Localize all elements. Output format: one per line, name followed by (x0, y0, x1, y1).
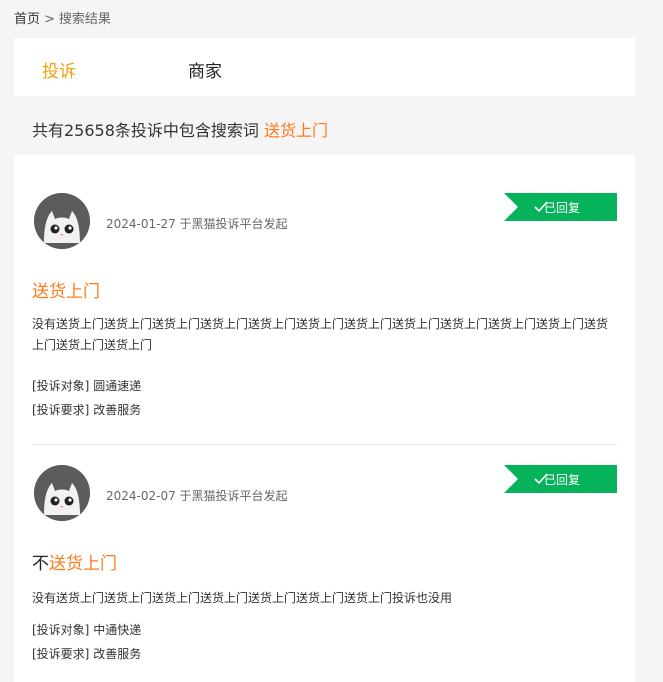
target-value: 圆通速递 (93, 379, 142, 393)
complaint-list: 2024-01-27 于黑猫投诉平台发起 已回复 送货上门 没有送货上门送货上门… (14, 155, 635, 682)
cat-avatar-icon (34, 193, 90, 249)
summary-keyword: 送货上门 (264, 121, 329, 140)
complaint-target: [投诉对象] 圆通速递 (32, 377, 141, 394)
complaint-description: 没有送货上门送货上门送货上门送货上门送货上门送货上门送货上门送货上门送货上门送货… (32, 317, 609, 352)
complaint-request: [投诉要求] 改善服务 (32, 645, 141, 662)
status-label: 已回复 (544, 201, 581, 215)
result-summary: 共有25658条投诉中包含搜索词 送货上门 (32, 117, 328, 141)
request-label: [投诉要求] (32, 647, 90, 661)
title-keyword: 送货上门 (49, 554, 117, 574)
breadcrumb-home-link[interactable]: 首页 (14, 12, 40, 27)
summary-text: 共有25658条投诉中包含搜索词 (32, 121, 264, 140)
title-prefix: 不 (32, 554, 49, 574)
request-value: 改善服务 (93, 403, 142, 417)
avatar (34, 465, 90, 521)
result-tabs: 投诉 商家 (14, 38, 635, 96)
complaint-date: 2024-01-27 于黑猫投诉平台发起 (106, 217, 288, 231)
breadcrumb: 首页 > 搜索结果 (14, 8, 111, 27)
cat-avatar-icon (34, 465, 90, 521)
item-divider (32, 444, 617, 445)
breadcrumb-current: 搜索结果 (58, 12, 111, 27)
tab-merchants[interactable]: 商家 (188, 57, 222, 82)
tab-complaints[interactable]: 投诉 (42, 57, 76, 82)
request-label: [投诉要求] (32, 403, 90, 417)
status-badge: 已回复 (504, 193, 617, 221)
status-label: 已回复 (544, 473, 581, 487)
target-label: [投诉对象] (32, 623, 90, 637)
target-label: [投诉对象] (32, 379, 90, 393)
breadcrumb-separator: > (44, 12, 55, 27)
title-keyword: 送货上门 (32, 282, 100, 302)
request-value: 改善服务 (93, 647, 142, 661)
avatar (34, 193, 90, 249)
target-value: 中通快递 (93, 623, 142, 637)
complaint-target: [投诉对象] 中通快递 (32, 621, 141, 638)
complaint-date: 2024-02-07 于黑猫投诉平台发起 (106, 489, 288, 503)
complaint-title[interactable]: 不送货上门 (32, 549, 117, 574)
complaint-request: [投诉要求] 改善服务 (32, 401, 141, 418)
complaint-description: 没有送货上门送货上门送货上门送货上门送货上门送货上门送货上门投诉也没用 (32, 591, 453, 605)
status-badge: 已回复 (504, 465, 617, 493)
complaint-title[interactable]: 送货上门 (32, 277, 100, 302)
